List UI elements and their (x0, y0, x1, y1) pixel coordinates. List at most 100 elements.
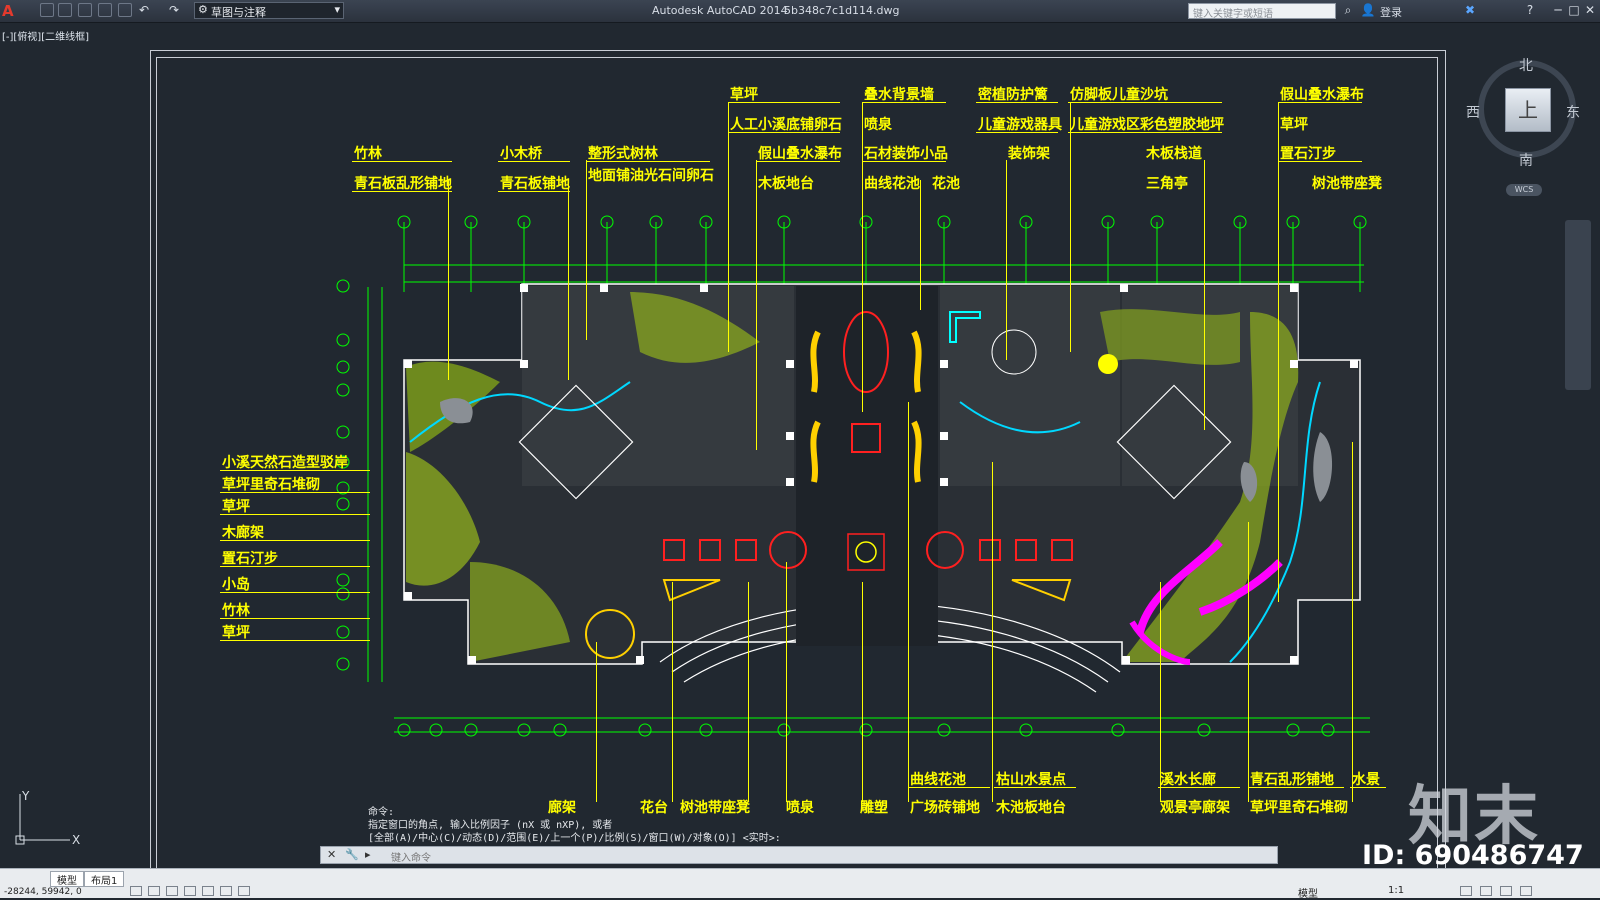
label-underline (220, 514, 370, 515)
label-bluestone-paving: 青石板乱形铺地 (354, 176, 452, 192)
label-left-lawn: 草坪 (222, 499, 250, 515)
tab-model[interactable]: 模型 (50, 871, 84, 887)
label-underline (976, 132, 1058, 133)
snap-icon[interactable] (130, 886, 142, 896)
isolate-icon[interactable] (1500, 886, 1512, 896)
label-rock-waterfall-right: 假山叠水瀑布 (1280, 87, 1364, 103)
app-logo-icon[interactable]: A (2, 2, 24, 20)
title-bar: A ↶ ↷ ⚙ 草图与注释 ▾ Autodesk AutoCAD 2014 5b… (0, 0, 1600, 23)
label-underline (498, 161, 570, 162)
label-planter-top: 花池 (932, 176, 960, 192)
label-triangle-pavilion: 三角亭 (1146, 176, 1188, 192)
label-water-feature: 水景 (1352, 772, 1380, 788)
maximize-button[interactable]: □ (1566, 2, 1582, 18)
model-space-label[interactable]: 模型 (1298, 885, 1318, 900)
leader-line (920, 180, 921, 310)
command-line-3: [全部(A)/中心(C)/动态(D)/范围(E)/上一个(P)/比例(S)/窗口… (368, 833, 781, 844)
lock-icon[interactable] (1480, 886, 1492, 896)
compass-east[interactable]: 东 (1566, 102, 1580, 122)
polar-icon[interactable] (184, 886, 196, 896)
label-underline (728, 132, 840, 133)
label-bluestone-random: 青石乱形铺地 (1250, 772, 1334, 788)
leader-line (1204, 160, 1205, 430)
label-sculpture: 雕塑 (860, 800, 888, 816)
compass-north[interactable]: 北 (1519, 55, 1533, 75)
leader-line (1352, 442, 1353, 802)
label-underline (586, 161, 710, 162)
label-rock-waterfall: 假山叠水瀑布 (758, 146, 842, 162)
status-bar: 模型 布局1 -28244, 59942, 0 模型 1:1 (0, 868, 1600, 900)
close-icon[interactable]: ✕ (327, 848, 336, 861)
label-left-bamboo: 竹林 (222, 603, 250, 619)
ucs-icon: Y X (15, 790, 80, 847)
label-decorative-rack: 装饰架 (1008, 146, 1050, 162)
label-underline (1278, 102, 1362, 103)
wrench-icon[interactable]: 🔧 (345, 848, 359, 861)
tab-layout1[interactable]: 布局1 (84, 871, 125, 887)
label-left-stream-bank: 小溪天然石造型驳岸 (222, 455, 348, 471)
label-underline (220, 566, 370, 567)
annotation-scale[interactable]: 1:1 (1388, 885, 1404, 896)
leader-line (1006, 160, 1007, 360)
osnap-icon[interactable] (202, 886, 214, 896)
leader-line (862, 582, 863, 802)
leader-line (586, 160, 587, 340)
search-input[interactable]: 键入关键字或短语 (1188, 3, 1336, 20)
label-underline (994, 787, 1076, 788)
workspace-select[interactable]: ⚙ 草图与注释 ▾ (194, 2, 344, 19)
label-underline (220, 540, 370, 541)
undo-icon[interactable]: ↶ (136, 2, 152, 18)
ortho-icon[interactable] (166, 886, 178, 896)
label-curved-planter: 曲线花池 (864, 176, 920, 192)
label-left-stepping-stones: 置石汀步 (222, 551, 278, 567)
grid-icon[interactable] (148, 886, 160, 896)
label-boardwalk: 木板栈道 (1146, 146, 1202, 162)
save-as-icon[interactable] (98, 3, 112, 17)
label-underline (220, 640, 370, 641)
label-left-rock-pile: 草坪里奇石堆砌 (222, 477, 320, 493)
login-button[interactable]: 登录 (1380, 4, 1402, 20)
label-cascade-wall: 叠水背景墙 (864, 87, 934, 103)
minimize-button[interactable]: ─ (1550, 2, 1566, 18)
coordinate-readout: -28244, 59942, 0 (4, 887, 82, 897)
redo-icon[interactable]: ↷ (166, 2, 182, 18)
command-history: 命令: 指定窗口的角点, 输入比例因子 (nX 或 nXP), 或者 [全部(A… (368, 806, 781, 845)
binoculars-icon[interactable]: ⌕ (1340, 2, 1356, 18)
leader-line (672, 582, 673, 802)
label-lawn-top: 草坪 (730, 87, 758, 103)
close-button[interactable]: ✕ (1582, 2, 1598, 18)
label-underline (976, 102, 1058, 103)
help-icon[interactable]: ? (1522, 2, 1538, 18)
label-bamboo: 竹林 (354, 146, 382, 162)
exchange-icon[interactable]: ✖ (1462, 2, 1478, 18)
label-underline (352, 161, 452, 162)
command-input[interactable]: ✕ 🔧 ▸ 键入命令 (320, 846, 1278, 864)
label-fountain-bottom: 喷泉 (786, 800, 814, 816)
wcs-menu[interactable]: WCS (1506, 184, 1542, 196)
label-fountain-top: 喷泉 (864, 117, 892, 133)
otrack-icon[interactable] (220, 886, 232, 896)
compass-west[interactable]: 西 (1466, 102, 1480, 122)
leader-line (1248, 522, 1249, 802)
label-underline (862, 102, 946, 103)
label-underline (728, 102, 840, 103)
label-dry-landscape: 枯山水景点 (996, 772, 1066, 788)
label-underline (1068, 102, 1222, 103)
compass-south[interactable]: 南 (1519, 150, 1533, 170)
label-underline (498, 191, 570, 192)
fullscreen-icon[interactable] (1520, 886, 1532, 896)
label-left-island: 小岛 (222, 577, 250, 593)
print-icon[interactable] (118, 3, 132, 17)
label-underline (352, 191, 452, 192)
navigation-bar[interactable] (1565, 220, 1591, 390)
open-file-icon[interactable] (58, 3, 72, 17)
leader-line (786, 562, 787, 802)
lineweight-icon[interactable] (238, 886, 250, 896)
save-icon[interactable] (78, 3, 92, 17)
user-icon[interactable]: 👤 (1360, 2, 1376, 18)
label-underline (756, 161, 840, 162)
label-stepping-stones-right: 置石汀步 (1280, 146, 1336, 162)
new-file-icon[interactable] (40, 3, 54, 17)
viewcube-top-face[interactable]: 上 (1505, 88, 1551, 132)
workspace-switch-icon[interactable] (1460, 886, 1472, 896)
